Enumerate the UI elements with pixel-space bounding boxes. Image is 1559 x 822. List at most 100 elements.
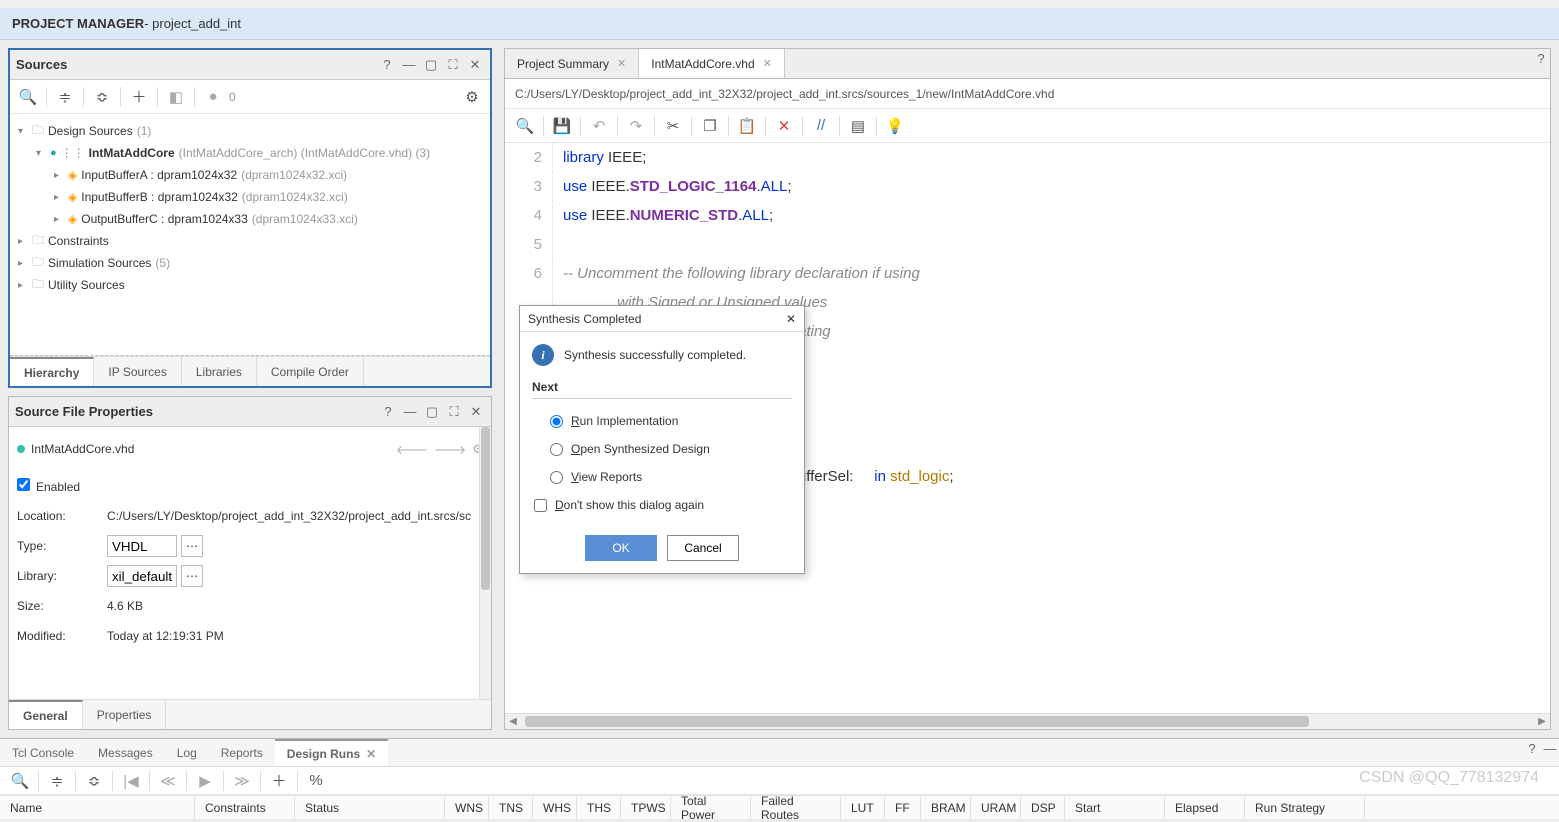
opt-view-reports[interactable]: View Reports [532,463,792,491]
cut-icon[interactable]: ✂ [663,116,683,136]
column-header[interactable]: LUT [841,796,885,819]
bottom-tab-tcl-console[interactable]: Tcl Console [0,739,86,766]
help-icon[interactable]: ? [1523,739,1541,757]
bulb-icon[interactable]: 💡 [885,116,905,136]
dialog-title: Synthesis Completed [528,312,641,326]
dialog-message: Synthesis successfully completed. [564,348,746,362]
minimize-icon[interactable]: — [400,56,418,74]
tree-row[interactable]: ▸🗀Utility Sources [18,274,482,296]
tree-row[interactable]: ▾●⋮⋮IntMatAddCore(IntMatAddCore_arch) (I… [18,142,482,164]
search-icon[interactable]: 🔍 [10,771,30,791]
close-tab-icon[interactable]: ✕ [617,57,626,70]
next-icon[interactable]: 🡒 [434,442,466,457]
type-more-button[interactable]: ⋯ [181,535,203,557]
column-header[interactable]: URAM [971,796,1021,819]
expand-icon[interactable]: ≎ [92,87,112,107]
next-icon[interactable]: ≫ [232,771,252,791]
column-header[interactable]: Total Power [671,796,751,819]
column-header[interactable]: TNS [489,796,533,819]
bottom-tab-log[interactable]: Log [165,739,209,766]
editor-tab[interactable]: IntMatAddCore.vhd✕ [639,49,785,78]
restore-icon[interactable]: ▢ [423,403,441,421]
maximize-icon[interactable]: ⛶ [444,56,462,74]
minimize-icon[interactable]: — [1541,739,1559,757]
prop-type[interactable] [107,535,177,557]
dialog-close-icon[interactable]: ✕ [786,312,796,326]
tree-row[interactable]: ▸◈InputBufferB : dpram1024x32(dpram1024x… [18,186,482,208]
dont-show-checkbox[interactable]: Don't show this dialog again [532,491,792,519]
column-header[interactable]: Name [0,796,195,819]
prev-icon[interactable]: 🡐 [396,442,428,457]
tree-row[interactable]: ▾🗀Design Sources (1) [18,120,482,142]
mode-icon[interactable]: ◧ [166,87,186,107]
help-icon[interactable]: ? [379,403,397,421]
help-icon[interactable]: ? [1532,49,1550,67]
column-header[interactable]: Failed Routes [751,796,841,819]
column-header[interactable]: Constraints [195,796,295,819]
editor-tab[interactable]: Project Summary✕ [505,49,639,78]
search-icon[interactable]: 🔍 [515,116,535,136]
column-header[interactable]: Start [1065,796,1165,819]
collapse-icon[interactable]: ≑ [55,87,75,107]
first-icon[interactable]: |◀ [121,771,141,791]
tab-compile-order[interactable]: Compile Order [257,357,364,386]
cancel-button[interactable]: Cancel [667,535,739,561]
search-icon[interactable]: 🔍 [18,87,38,107]
column-header[interactable]: Status [295,796,445,819]
tab-properties[interactable]: Properties [83,700,167,729]
tab-hierarchy[interactable]: Hierarchy [10,357,94,386]
column-header[interactable]: WHS [533,796,577,819]
minimize-icon[interactable]: — [401,403,419,421]
column-header[interactable]: TPWS [621,796,671,819]
undo-icon[interactable]: ↶ [589,116,609,136]
tab-general[interactable]: General [9,700,83,729]
copy-icon[interactable]: ❐ [700,116,720,136]
tree-row[interactable]: ▸🗀Constraints [18,230,482,252]
tab-libraries[interactable]: Libraries [182,357,257,386]
column-header[interactable]: Run Strategy [1245,796,1365,819]
opt-run-impl[interactable]: Run Implementation [532,407,792,435]
sources-tree[interactable]: ▾🗀Design Sources (1)▾●⋮⋮IntMatAddCore(In… [10,114,490,355]
column-header[interactable]: Elapsed [1165,796,1245,819]
play-icon[interactable]: ▶ [195,771,215,791]
columns-icon[interactable]: ▤ [848,116,868,136]
add-icon[interactable]: ＋ [129,87,149,107]
column-header[interactable]: BRAM [921,796,971,819]
editor-hscrollbar[interactable]: ◀ ▶ [505,713,1550,729]
opt-open-synth[interactable]: Open Synthesized Design [532,435,792,463]
paste-icon[interactable]: 📋 [737,116,757,136]
settings-icon[interactable]: ⚙ [462,87,482,107]
maximize-icon[interactable]: ⛶ [445,403,463,421]
close-icon[interactable]: ✕ [466,56,484,74]
save-icon[interactable]: 💾 [552,116,572,136]
bottom-tab-design-runs[interactable]: Design Runs ✕ [275,739,388,766]
restore-icon[interactable]: ▢ [422,56,440,74]
add-icon[interactable]: ＋ [269,771,289,791]
redo-icon[interactable]: ↷ [626,116,646,136]
expand-icon[interactable]: ≎ [84,771,104,791]
bottom-tab-messages[interactable]: Messages [86,739,165,766]
delete-icon[interactable]: ✕ [774,116,794,136]
library-more-button[interactable]: ⋯ [181,565,203,587]
percent-icon[interactable]: % [306,771,326,791]
collapse-icon[interactable]: ≑ [47,771,67,791]
column-header[interactable]: DSP [1021,796,1065,819]
bottom-tab-reports[interactable]: Reports [209,739,275,766]
ok-button[interactable]: OK [585,535,657,561]
help-icon[interactable]: ? [378,56,396,74]
close-tab-icon[interactable]: ✕ [763,57,772,70]
column-header[interactable]: WNS [445,796,489,819]
status-dot-icon: ● [203,87,223,107]
props-scrollbar[interactable] [479,427,491,699]
prop-library[interactable] [107,565,177,587]
tree-row[interactable]: ▸◈InputBufferA : dpram1024x32(dpram1024x… [18,164,482,186]
close-icon[interactable]: ✕ [467,403,485,421]
tab-ip-sources[interactable]: IP Sources [94,357,181,386]
comment-icon[interactable]: // [811,116,831,136]
tree-row[interactable]: ▸◈OutputBufferC : dpram1024x33(dpram1024… [18,208,482,230]
column-header[interactable]: FF [885,796,921,819]
tree-row[interactable]: ▸🗀Simulation Sources (5) [18,252,482,274]
column-header[interactable]: THS [577,796,621,819]
enabled-checkbox[interactable]: Enabled [17,478,80,494]
prev-icon[interactable]: ≪ [158,771,178,791]
